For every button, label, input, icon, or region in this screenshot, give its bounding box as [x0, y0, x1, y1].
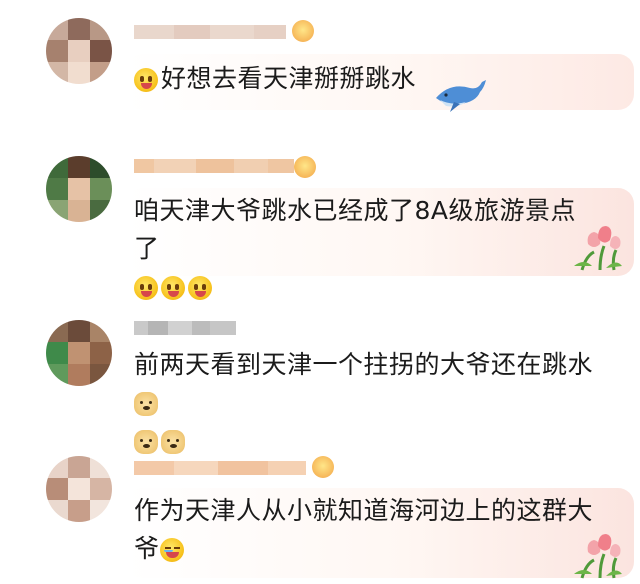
vip-badge-icon	[294, 156, 316, 178]
laugh-cry-emoji-icon	[159, 538, 184, 562]
comment-item-3: 前两天看到天津一个拄拐的大爷还在跳水	[0, 292, 640, 454]
vip-badge-icon	[292, 20, 314, 42]
comment-text-row: 作为天津人从小就知道海河边上的这群大爷	[134, 492, 610, 568]
username-blurred[interactable]	[134, 318, 236, 338]
vip-badge-icon	[312, 456, 334, 478]
whale-sticker-icon	[436, 80, 486, 112]
comment-item-1: 好想去看天津掰掰跳水	[0, 0, 640, 140]
comment-item-4: 作为天津人从小就知道海河边上的这群大爷	[0, 430, 640, 584]
avatar[interactable]	[46, 320, 112, 386]
tulip-sticker-icon	[574, 534, 622, 579]
doge-emoji-icon	[134, 392, 158, 416]
comment-text: 好想去看天津掰掰跳水	[161, 64, 417, 93]
happy-emoji-icon	[134, 68, 158, 92]
avatar[interactable]	[46, 156, 112, 222]
comment-text-row: 咱天津大爷跳水已经成了8A级旅游景点了	[134, 192, 600, 306]
comment-text: 咱天津大爷跳水已经成了8A级旅游景点了	[134, 196, 577, 263]
username-blurred[interactable]	[134, 458, 306, 478]
username-blurred[interactable]	[134, 156, 294, 176]
comment-text: 作为天津人从小就知道海河边上的这群大爷	[134, 496, 594, 563]
avatar[interactable]	[46, 456, 112, 522]
comment-text-row: 好想去看天津掰掰跳水	[134, 60, 600, 98]
comment-text: 前两天看到天津一个拄拐的大爷还在跳水	[134, 350, 594, 379]
comment-item-2: 咱天津大爷跳水已经成了8A级旅游景点了	[0, 140, 640, 300]
tulip-sticker-icon	[574, 226, 622, 271]
avatar[interactable]	[46, 18, 112, 84]
username-blurred[interactable]	[134, 22, 286, 42]
